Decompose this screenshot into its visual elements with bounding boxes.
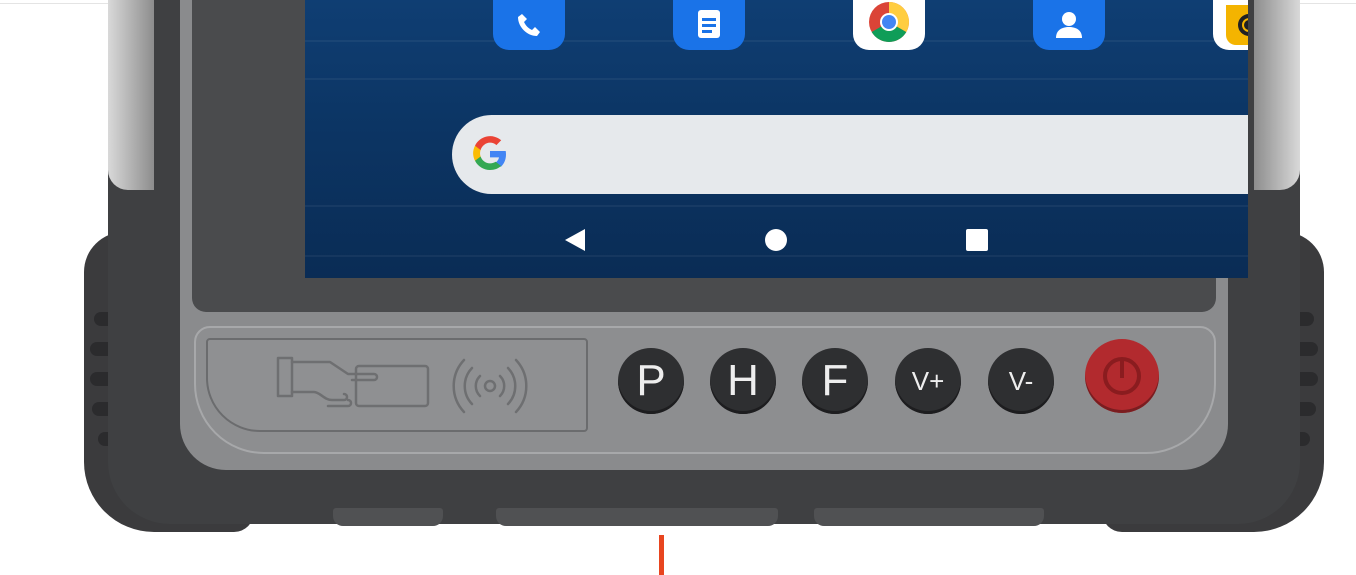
p-button-label: P [636,356,666,405]
f-button[interactable]: F [802,348,868,414]
camera-app-icon[interactable] [1213,0,1248,50]
phone-app-icon[interactable] [493,0,565,50]
tablet-body: P H F V+ V- [108,0,1300,526]
contacts-app-icon[interactable] [1033,0,1105,50]
screen [305,0,1248,278]
screen-bezel [192,0,1248,312]
volume-up-button[interactable]: V+ [895,348,961,414]
annotation-marker [659,535,664,575]
nfc-card-tap-icon [276,356,528,414]
volume-up-label: V+ [911,366,945,396]
home-circle-icon[interactable] [764,228,788,252]
right-edge-highlight [1254,0,1300,190]
h-button-label: H [727,356,759,405]
bottom-port-cover-right [814,508,1044,526]
f-button-label: F [821,356,849,405]
bottom-port-cover-center [496,508,778,526]
back-triangle-icon[interactable] [563,228,587,252]
volume-down-label: V- [1008,366,1034,396]
nfc-area [206,338,588,432]
google-g-icon [473,136,506,170]
chrome-app-icon[interactable] [853,0,925,50]
volume-down-button[interactable]: V- [988,348,1054,414]
left-edge-highlight [108,0,154,190]
h-button[interactable]: H [710,348,776,414]
bottom-port-cover-left [333,508,443,526]
power-button[interactable] [1085,339,1159,413]
docs-app-icon[interactable] [673,0,745,50]
p-button[interactable]: P [618,348,684,414]
recents-square-icon[interactable] [965,228,989,252]
power-icon [1103,357,1141,395]
google-search-bar[interactable] [452,115,1248,194]
